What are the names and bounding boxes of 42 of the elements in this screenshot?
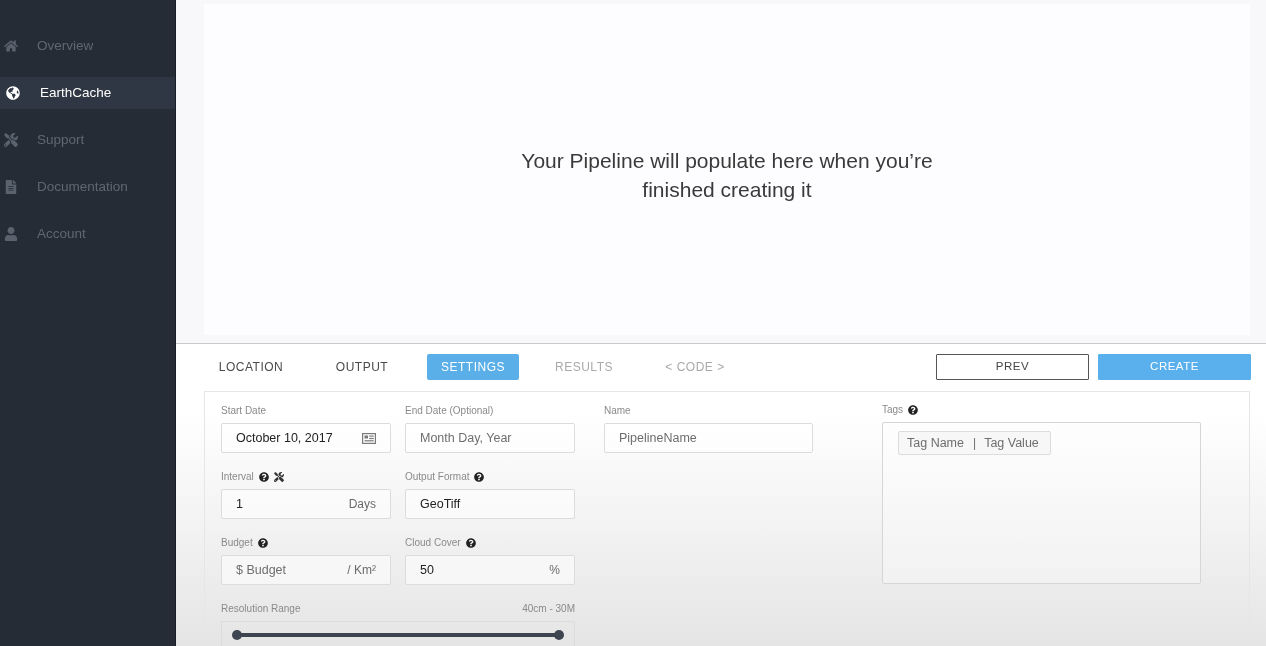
tag-value-input[interactable]: Tag Value <box>984 434 1043 453</box>
slider-thumb[interactable] <box>232 630 242 640</box>
help-icon[interactable] <box>257 538 268 548</box>
field-label: Cloud Cover <box>405 537 461 549</box>
start-date-field[interactable]: October 10, 2017 <box>221 423 391 453</box>
name-field[interactable]: PipelineName <box>604 423 813 453</box>
help-icon[interactable] <box>465 538 476 548</box>
tools-icon <box>4 133 18 147</box>
end-date-field[interactable]: Month Day, Year <box>405 423 575 453</box>
slider-thumb[interactable] <box>554 630 564 640</box>
help-icon[interactable] <box>908 405 919 415</box>
separator-text: | <box>973 435 977 453</box>
home-icon <box>4 39 18 53</box>
globe-icon <box>6 86 20 100</box>
tab[interactable]: OUTPUT <box>316 354 408 380</box>
unit-label: / Km² <box>347 562 376 579</box>
document-icon <box>4 180 18 194</box>
field-label: End Date (Optional) <box>405 405 494 417</box>
field-label: Budget <box>221 537 253 549</box>
field-label: Output Format <box>405 471 470 483</box>
id-card-icon[interactable] <box>362 432 376 444</box>
tag-name-input[interactable]: Tag Name <box>907 434 965 453</box>
unit-label: Days <box>348 496 376 513</box>
help-icon[interactable] <box>258 472 269 482</box>
unit-label: % <box>549 562 560 579</box>
tag-input-field[interactable]: Tag Name | Tag Value <box>898 431 1052 456</box>
tools-icon[interactable] <box>273 472 284 482</box>
tags-field[interactable]: Tag Name | Tag Value <box>882 422 1201 584</box>
sidebar-item[interactable]: EarthCache <box>0 77 175 109</box>
field-label: Interval <box>221 471 254 483</box>
empty-state-message: Your Pipeline will populate here when you’re finished creating it <box>520 147 934 203</box>
field-label: Tags <box>882 404 904 416</box>
field-label: Resolution Range <box>221 603 301 615</box>
range-slider-track[interactable] <box>232 630 564 640</box>
user-icon <box>4 227 18 241</box>
field-label: Start Date <box>221 405 267 417</box>
help-icon[interactable] <box>474 472 485 482</box>
range-reading: 40cm - 30M <box>522 603 575 615</box>
tab[interactable]: LOCATION <box>205 354 297 380</box>
prev-button[interactable]: PREV <box>936 354 1089 380</box>
output-format-field[interactable]: GeoTiff <box>405 489 575 519</box>
field-label: Name <box>604 405 631 417</box>
